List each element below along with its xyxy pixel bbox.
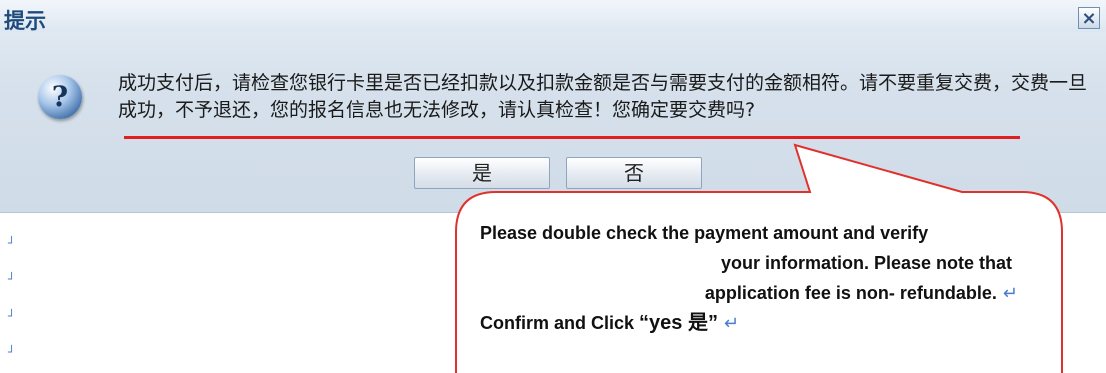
callout-quote: “yes 是” bbox=[639, 312, 718, 334]
callout-line: application fee is non- refundable. bbox=[704, 283, 997, 303]
callout-line: Please double check the payment amount a… bbox=[480, 223, 929, 243]
callout-line: your information. Please note that bbox=[720, 253, 1012, 273]
return-mark: ↵ bbox=[723, 313, 740, 333]
callout-line: Confirm and Click bbox=[480, 313, 640, 333]
callout-text: Please double check the payment amount a… bbox=[480, 218, 1040, 338]
return-mark: ↵ bbox=[1002, 283, 1018, 303]
